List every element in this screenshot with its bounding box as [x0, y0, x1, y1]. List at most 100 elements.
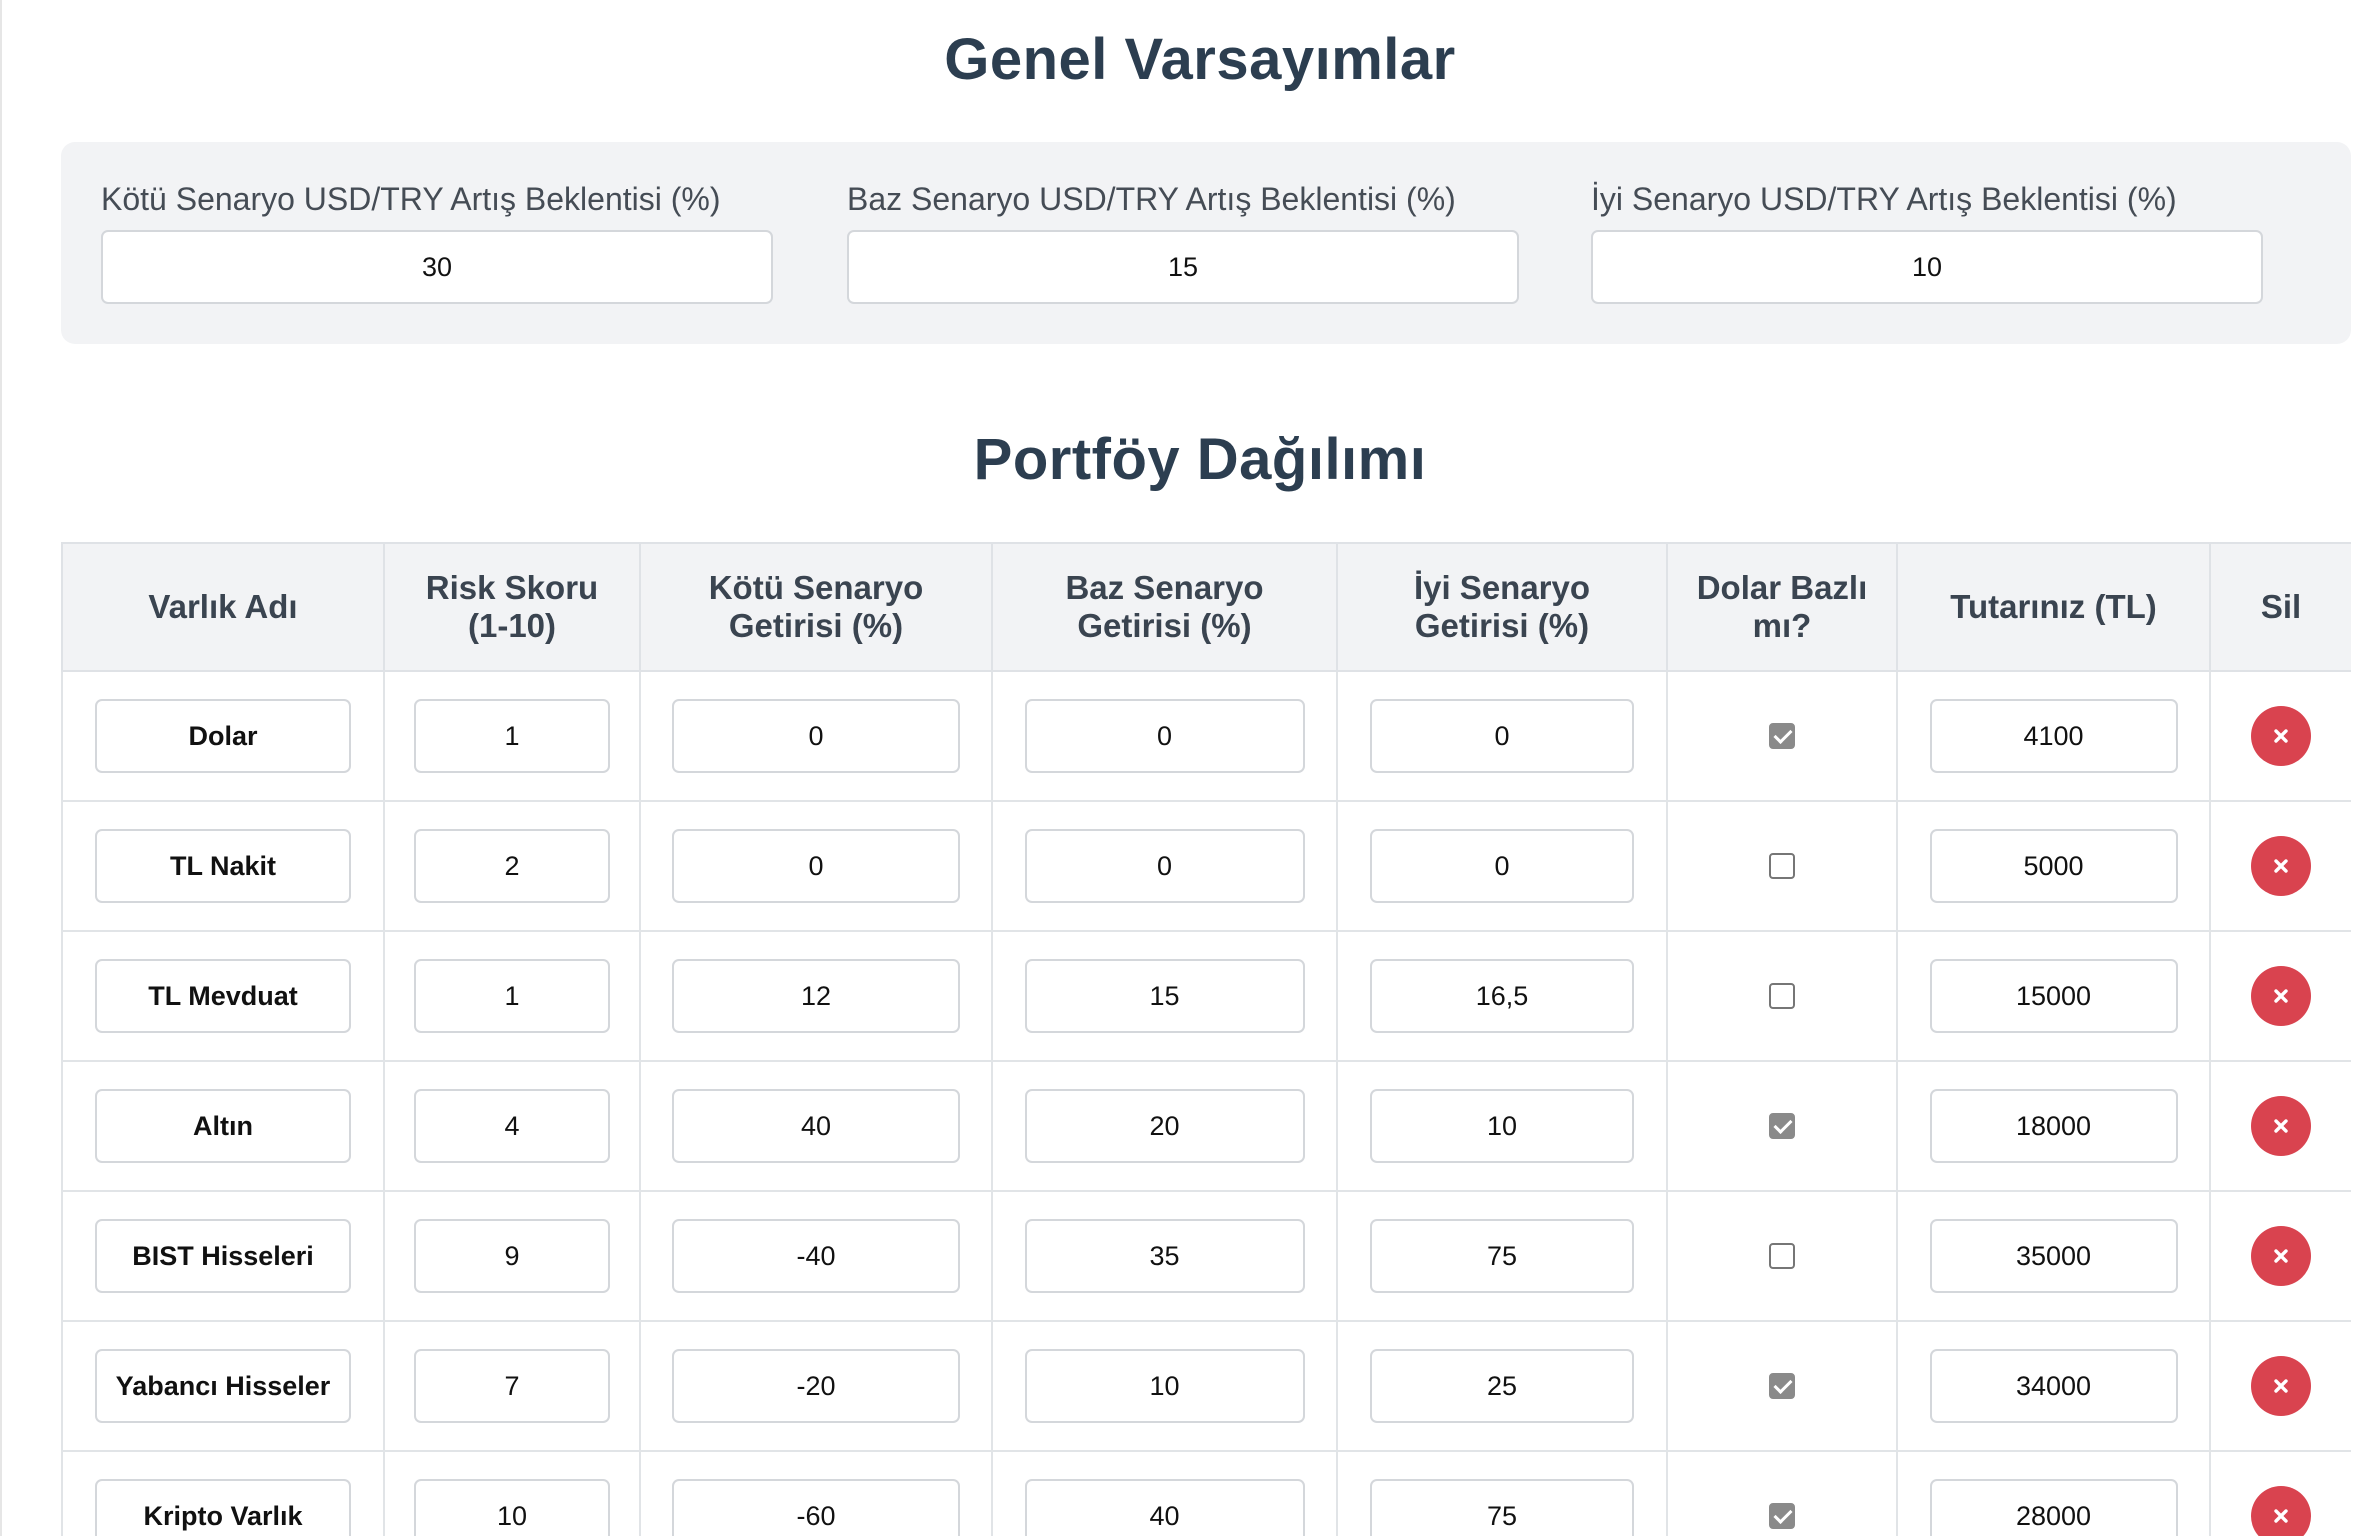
best-return-input[interactable]	[1370, 1219, 1634, 1293]
header-delete: Sil	[2209, 542, 2351, 672]
header-worst-line2: Getirisi (%)	[728, 607, 904, 644]
best-usd-try-input[interactable]	[1591, 230, 2263, 304]
risk-score-input[interactable]	[414, 699, 610, 773]
asset-name-input[interactable]	[95, 1089, 351, 1163]
header-best-return: İyi Senaryo Getirisi (%)	[1336, 542, 1668, 672]
delete-row-button[interactable]	[2251, 836, 2311, 896]
risk-cell	[383, 1450, 641, 1536]
amount-cell	[1896, 1190, 2211, 1322]
best-return-input[interactable]	[1370, 829, 1634, 903]
asset-name-input[interactable]	[95, 1349, 351, 1423]
worst-return-input[interactable]	[672, 699, 960, 773]
base-return-input[interactable]	[1024, 1219, 1305, 1293]
header-risk-line1: Risk Skoru	[425, 569, 599, 606]
amount-input[interactable]	[1929, 1089, 2178, 1163]
delete-row-button[interactable]	[2251, 1226, 2311, 1286]
risk-score-input[interactable]	[414, 1479, 610, 1536]
dollar-based-checkbox[interactable]	[1769, 1373, 1795, 1399]
dollar-based-checkbox[interactable]	[1769, 1113, 1795, 1139]
best-cell	[1336, 670, 1668, 802]
header-delete-text: Sil	[2260, 588, 2302, 625]
worst-cell	[639, 670, 993, 802]
risk-score-input[interactable]	[414, 1349, 610, 1423]
base-return-input[interactable]	[1024, 1479, 1305, 1536]
delete-cell	[2209, 1190, 2351, 1322]
close-icon	[2274, 1249, 2288, 1263]
risk-cell	[383, 930, 641, 1062]
asset-name-input[interactable]	[95, 959, 351, 1033]
amount-input[interactable]	[1929, 1479, 2178, 1536]
worst-return-input[interactable]	[672, 1219, 960, 1293]
asset-name-input[interactable]	[95, 1219, 351, 1293]
asset-name-input[interactable]	[95, 829, 351, 903]
base-usd-try-group: Baz Senaryo USD/TRY Artış Beklentisi (%)	[847, 180, 1519, 304]
header-dollar-line1: Dolar Bazlı	[1696, 569, 1868, 606]
risk-cell	[383, 800, 641, 932]
base-return-input[interactable]	[1024, 699, 1305, 773]
general-assumptions-title: Genel Varsayımlar	[944, 27, 1456, 92]
amount-cell	[1896, 930, 2211, 1062]
best-cell	[1336, 1060, 1668, 1192]
worst-return-input[interactable]	[672, 1479, 960, 1536]
worst-return-input[interactable]	[672, 1089, 960, 1163]
dollar-cell	[1666, 1060, 1898, 1192]
amount-input[interactable]	[1929, 699, 2178, 773]
base-return-input[interactable]	[1024, 829, 1305, 903]
dollar-based-checkbox[interactable]	[1769, 1503, 1795, 1529]
header-asset-name-text: Varlık Adı	[148, 588, 298, 625]
amount-input[interactable]	[1929, 1349, 2178, 1423]
asset-name-cell	[61, 1320, 385, 1452]
header-base-line2: Getirisi (%)	[1077, 607, 1252, 644]
worst-usd-try-label: Kötü Senaryo USD/TRY Artış Beklentisi (%…	[101, 181, 721, 217]
best-return-input[interactable]	[1370, 1089, 1634, 1163]
header-risk-score: Risk Skoru (1-10)	[383, 542, 641, 672]
close-icon	[2274, 989, 2288, 1003]
risk-cell	[383, 1060, 641, 1192]
delete-cell	[2209, 1450, 2351, 1536]
dollar-based-checkbox[interactable]	[1769, 723, 1795, 749]
best-return-input[interactable]	[1370, 1479, 1634, 1536]
delete-row-button[interactable]	[2251, 706, 2311, 766]
delete-row-button[interactable]	[2251, 966, 2311, 1026]
header-best-line1: İyi Senaryo	[1413, 569, 1591, 606]
base-return-input[interactable]	[1024, 1089, 1305, 1163]
worst-return-input[interactable]	[672, 829, 960, 903]
worst-cell	[639, 1450, 993, 1536]
risk-score-input[interactable]	[414, 959, 610, 1033]
asset-name-cell	[61, 1450, 385, 1536]
dollar-based-checkbox[interactable]	[1769, 983, 1795, 1009]
header-worst-return: Kötü Senaryo Getirisi (%)	[639, 542, 993, 672]
delete-row-button[interactable]	[2251, 1356, 2311, 1416]
dollar-based-checkbox[interactable]	[1769, 853, 1795, 879]
amount-input[interactable]	[1929, 959, 2178, 1033]
dollar-based-checkbox[interactable]	[1769, 1243, 1795, 1269]
amount-input[interactable]	[1929, 829, 2178, 903]
asset-name-input[interactable]	[95, 699, 351, 773]
delete-row-button[interactable]	[2251, 1486, 2311, 1536]
header-best-line2: Getirisi (%)	[1414, 607, 1590, 644]
delete-row-button[interactable]	[2251, 1096, 2311, 1156]
table-header-row: Varlık Adı Risk Skoru (1-10) Kötü Senaryo…	[61, 542, 2351, 672]
risk-score-input[interactable]	[414, 1089, 610, 1163]
base-cell	[991, 800, 1338, 932]
base-cell	[991, 1320, 1338, 1452]
page: Genel Varsayımlar Kötü Senaryo USD/TRY A…	[0, 0, 2360, 1536]
asset-name-input[interactable]	[95, 1479, 351, 1536]
worst-return-input[interactable]	[672, 1349, 960, 1423]
dollar-cell	[1666, 800, 1898, 932]
base-return-input[interactable]	[1024, 959, 1305, 1033]
dollar-cell	[1666, 1450, 1898, 1536]
risk-score-input[interactable]	[414, 829, 610, 903]
best-return-input[interactable]	[1370, 699, 1634, 773]
header-risk-line2: (1-10)	[467, 607, 557, 644]
best-cell	[1336, 1320, 1668, 1452]
best-return-input[interactable]	[1370, 1349, 1634, 1423]
portfolio-table: Varlık Adı Risk Skoru (1-10) Kötü Senaryo…	[61, 542, 2351, 1536]
base-return-input[interactable]	[1024, 1349, 1305, 1423]
risk-score-input[interactable]	[414, 1219, 610, 1293]
best-return-input[interactable]	[1370, 959, 1634, 1033]
worst-return-input[interactable]	[672, 959, 960, 1033]
worst-usd-try-input[interactable]	[101, 230, 773, 304]
base-usd-try-input[interactable]	[847, 230, 1519, 304]
amount-input[interactable]	[1929, 1219, 2178, 1293]
